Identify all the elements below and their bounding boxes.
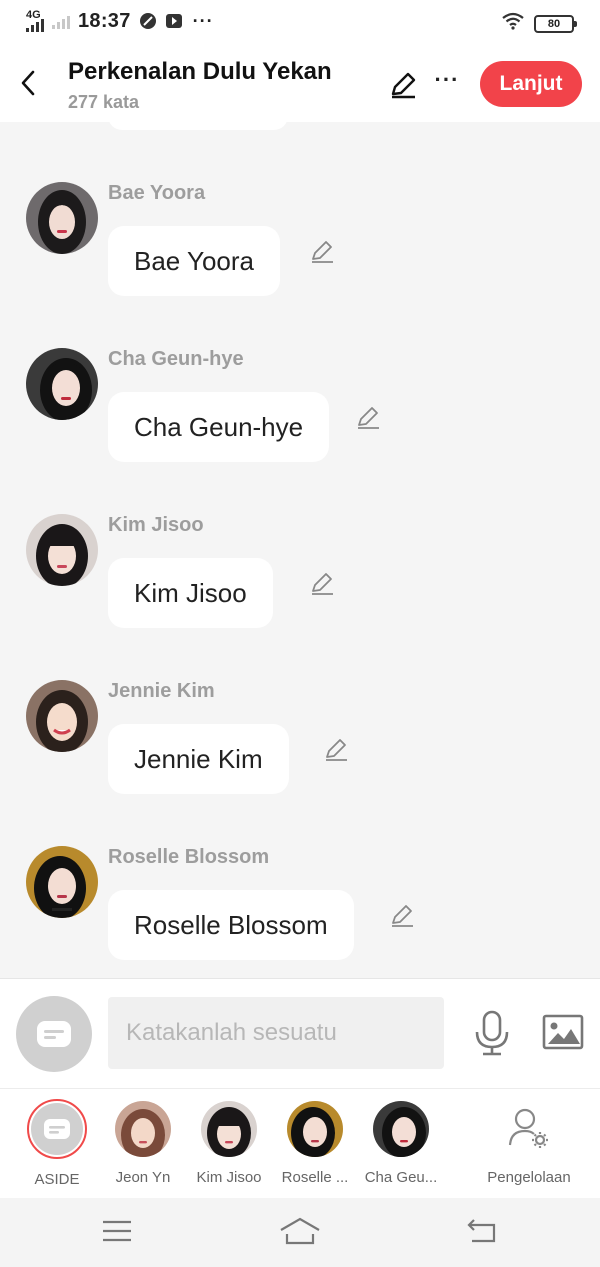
pencil-icon: [312, 573, 333, 595]
voice-input-button[interactable]: [472, 1009, 512, 1057]
menu-button[interactable]: [97, 1214, 137, 1248]
status-time: 18:37: [78, 9, 131, 32]
chat-bubble-icon: [37, 1021, 71, 1047]
character-item[interactable]: Cha Geu...: [358, 1101, 444, 1186]
edit-title-button[interactable]: [386, 68, 420, 102]
character-item[interactable]: Kim Jisoo: [186, 1101, 272, 1186]
signal-secondary-icon: [52, 11, 70, 31]
signal-4g-icon: 4G: [26, 8, 48, 34]
pencil-icon: [312, 241, 333, 263]
sender-name: Bae Yoora: [108, 182, 206, 204]
character-name: Kim Jisoo: [196, 1169, 262, 1186]
character-strip: ASIDE Jeon Yn Kim Jisoo Roselle ... Cha …: [0, 1088, 600, 1198]
edit-message-button[interactable]: [308, 238, 336, 266]
person-settings-icon: [501, 1101, 557, 1157]
leaf-icon: [139, 12, 157, 30]
pencil-icon: [391, 72, 416, 99]
message-item: Bae Yoora Bae Yoora: [0, 182, 600, 312]
image-icon: [542, 1014, 584, 1050]
sender-name: Jennie Kim: [108, 680, 215, 702]
message-item: Roselle Blossom Roselle Blossom: [0, 846, 600, 976]
menu-icon: [103, 1220, 131, 1242]
sender-name: Kim Jisoo: [108, 514, 204, 536]
home-icon: [280, 1217, 320, 1245]
message-item: Jennie Kim Jennie Kim: [0, 680, 600, 810]
avatar[interactable]: [26, 182, 98, 254]
aside-toggle-button[interactable]: [16, 996, 92, 1072]
message-bubble[interactable]: Bae Yoora: [108, 226, 281, 296]
insert-image-button[interactable]: [540, 1011, 586, 1053]
character-item[interactable]: Roselle ...: [272, 1101, 358, 1186]
pencil-icon: [358, 407, 379, 429]
avatar: [373, 1101, 429, 1157]
app-header: Perkenalan Dulu Yekan 277 kata ··· Lanju…: [0, 44, 600, 122]
message-bubble[interactable]: Cha Geun-hye: [108, 392, 330, 462]
edit-message-button[interactable]: [354, 404, 382, 432]
sender-name: Cha Geun-hye: [108, 348, 244, 370]
battery-level: 80: [547, 17, 561, 30]
chat-bubble-icon: [44, 1119, 70, 1139]
character-name: Jeon Yn: [115, 1169, 171, 1186]
back-arrow-icon: [467, 1219, 496, 1243]
pencil-icon: [326, 739, 347, 761]
home-button[interactable]: [278, 1214, 322, 1248]
back-nav-button[interactable]: [462, 1214, 502, 1248]
character-name: Cha Geu...: [364, 1169, 438, 1186]
manage-characters-button[interactable]: Pengelolaan: [480, 1101, 578, 1186]
character-aside[interactable]: ASIDE: [14, 1099, 100, 1188]
character-name: Pengelolaan: [487, 1169, 571, 1186]
battery-icon: 80: [534, 14, 577, 33]
word-count: 277 kata: [68, 92, 140, 112]
avatar[interactable]: [26, 348, 98, 420]
character-item[interactable]: Jeon Yn: [100, 1101, 186, 1186]
next-button[interactable]: Lanjut: [480, 61, 582, 107]
more-options-button[interactable]: ···: [432, 68, 462, 102]
previous-message-bubble[interactable]: [108, 122, 288, 130]
character-name: ASIDE: [34, 1171, 80, 1188]
message-bubble[interactable]: Roselle Blossom: [108, 890, 354, 960]
wifi-icon: [502, 12, 524, 35]
pencil-icon: [392, 905, 413, 927]
character-name: Roselle ...: [281, 1169, 349, 1186]
status-bar: 4G 18:37 ··· 80: [0, 0, 600, 44]
microphone-icon: [475, 1010, 509, 1056]
sender-name: Roselle Blossom: [108, 846, 270, 868]
back-button[interactable]: [14, 66, 42, 100]
edit-message-button[interactable]: [308, 570, 336, 598]
page-title: Perkenalan Dulu Yekan: [68, 58, 332, 85]
composer-bar: [0, 978, 600, 1088]
avatar: [201, 1101, 257, 1157]
edit-message-button[interactable]: [322, 736, 350, 764]
message-bubble[interactable]: Jennie Kim: [108, 724, 289, 794]
avatar[interactable]: [26, 680, 98, 752]
avatar[interactable]: [26, 846, 98, 918]
chat-list[interactable]: Bae Yoora Bae Yoora Cha Geun-hye Cha Geu…: [0, 122, 600, 978]
system-nav-bar: [0, 1198, 600, 1267]
more-notifications-icon: ···: [192, 11, 214, 31]
message-bubble[interactable]: Kim Jisoo: [108, 558, 273, 628]
message-item: Cha Geun-hye Cha Geun-hye: [0, 348, 600, 478]
aside-avatar: [27, 1099, 87, 1159]
avatar: [287, 1101, 343, 1157]
message-input[interactable]: [108, 997, 444, 1069]
edit-message-button[interactable]: [388, 902, 416, 930]
avatar[interactable]: [26, 514, 98, 586]
avatar: [115, 1101, 171, 1157]
message-item: Kim Jisoo Kim Jisoo: [0, 514, 600, 644]
play-icon: [165, 12, 183, 30]
